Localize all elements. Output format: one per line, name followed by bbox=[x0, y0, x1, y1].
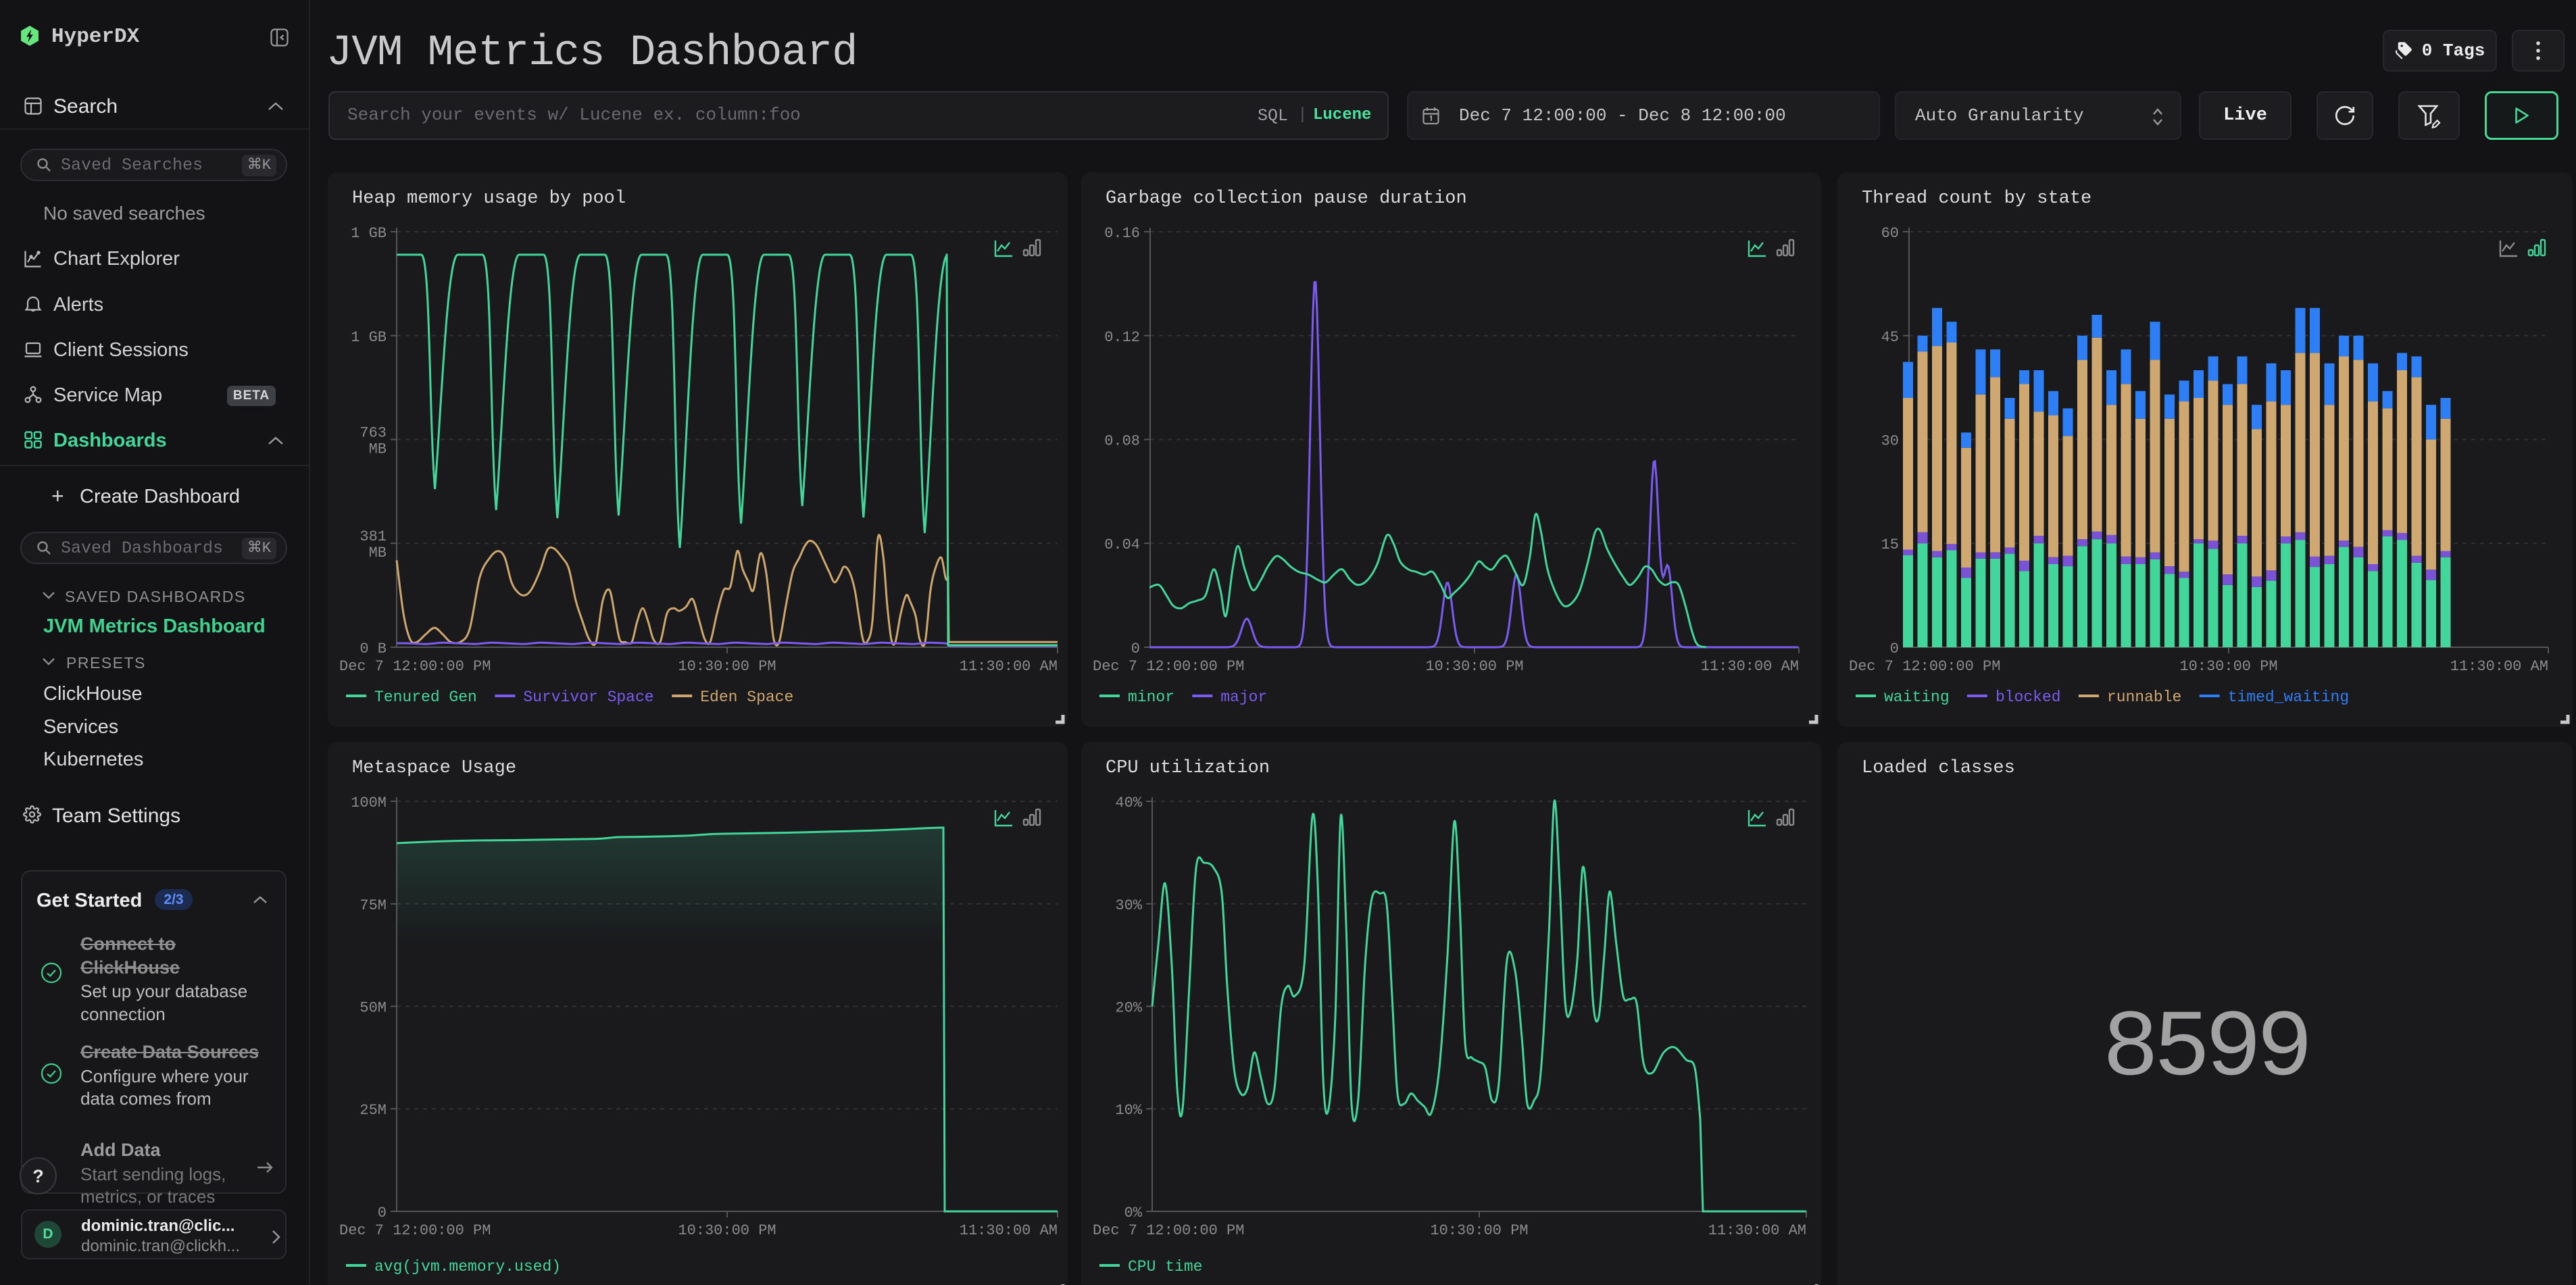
svg-text:0: 0 bbox=[1131, 640, 1140, 657]
svg-text:10:30:00 PM: 10:30:00 PM bbox=[2179, 658, 2277, 675]
svg-text:20%: 20% bbox=[1115, 1000, 1142, 1017]
svg-text:30%: 30% bbox=[1115, 897, 1142, 914]
svg-text:10:30:00 PM: 10:30:00 PM bbox=[1425, 658, 1523, 675]
svg-text:waiting: waiting bbox=[1884, 688, 1950, 706]
svg-text:11:30:00 AM: 11:30:00 AM bbox=[960, 1222, 1058, 1239]
svg-text:Dec 7 12:00:00 PM: Dec 7 12:00:00 PM bbox=[339, 658, 491, 675]
svg-text:75M: 75M bbox=[360, 897, 387, 914]
svg-text:timed_waiting: timed_waiting bbox=[2228, 688, 2349, 706]
svg-text:Survivor Space: Survivor Space bbox=[523, 688, 653, 706]
svg-text:0.12: 0.12 bbox=[1104, 329, 1140, 346]
svg-text:11:30:00 AM: 11:30:00 AM bbox=[2450, 658, 2548, 675]
svg-text:381: 381 bbox=[360, 528, 387, 545]
svg-text:10:30:00 PM: 10:30:00 PM bbox=[678, 1222, 776, 1239]
svg-text:25M: 25M bbox=[360, 1102, 387, 1119]
svg-text:763: 763 bbox=[360, 425, 387, 442]
svg-text:11:30:00 AM: 11:30:00 AM bbox=[1708, 1222, 1806, 1239]
svg-text:11:30:00 AM: 11:30:00 AM bbox=[1701, 658, 1799, 675]
svg-text:Dec 7 12:00:00 PM: Dec 7 12:00:00 PM bbox=[339, 1222, 491, 1239]
svg-text:Dec 7 12:00:00 PM: Dec 7 12:00:00 PM bbox=[1093, 658, 1244, 675]
svg-text:40%: 40% bbox=[1115, 795, 1142, 811]
svg-text:11:30:00 AM: 11:30:00 AM bbox=[960, 658, 1058, 675]
svg-text:Dec 7 12:00:00 PM: Dec 7 12:00:00 PM bbox=[1849, 658, 2000, 675]
svg-text:blocked: blocked bbox=[1996, 688, 2061, 706]
svg-text:Eden Space: Eden Space bbox=[700, 688, 793, 706]
svg-text:1 GB: 1 GB bbox=[351, 329, 387, 346]
svg-text:50M: 50M bbox=[360, 1000, 387, 1017]
svg-text:15: 15 bbox=[1881, 536, 1899, 553]
svg-text:MB: MB bbox=[369, 545, 387, 561]
svg-text:runnable: runnable bbox=[2107, 688, 2181, 706]
svg-text:0: 0 bbox=[378, 1205, 387, 1221]
svg-text:10:30:00 PM: 10:30:00 PM bbox=[678, 658, 776, 675]
svg-text:0.16: 0.16 bbox=[1104, 225, 1140, 242]
svg-text:30: 30 bbox=[1881, 433, 1899, 450]
svg-text:Dec 7 12:00:00 PM: Dec 7 12:00:00 PM bbox=[1093, 1222, 1244, 1239]
svg-text:10%: 10% bbox=[1115, 1102, 1142, 1119]
svg-text:0%: 0% bbox=[1124, 1205, 1143, 1221]
svg-text:major: major bbox=[1220, 688, 1267, 706]
svg-text:avg(jvm.memory.used): avg(jvm.memory.used) bbox=[374, 1258, 561, 1276]
svg-text:minor: minor bbox=[1128, 688, 1174, 706]
svg-text:0.04: 0.04 bbox=[1104, 536, 1140, 553]
svg-text:1 GB: 1 GB bbox=[351, 225, 387, 242]
svg-text:0.08: 0.08 bbox=[1104, 433, 1140, 450]
svg-text:CPU time: CPU time bbox=[1128, 1258, 1202, 1276]
svg-text:0: 0 bbox=[1890, 640, 1899, 657]
svg-text:45: 45 bbox=[1881, 329, 1899, 346]
svg-text:10:30:00 PM: 10:30:00 PM bbox=[1430, 1222, 1528, 1239]
svg-text:MB: MB bbox=[369, 441, 387, 458]
svg-text:100M: 100M bbox=[351, 795, 387, 811]
svg-text:Tenured Gen: Tenured Gen bbox=[374, 688, 477, 706]
svg-text:0 B: 0 B bbox=[360, 640, 387, 657]
svg-text:60: 60 bbox=[1881, 225, 1899, 242]
